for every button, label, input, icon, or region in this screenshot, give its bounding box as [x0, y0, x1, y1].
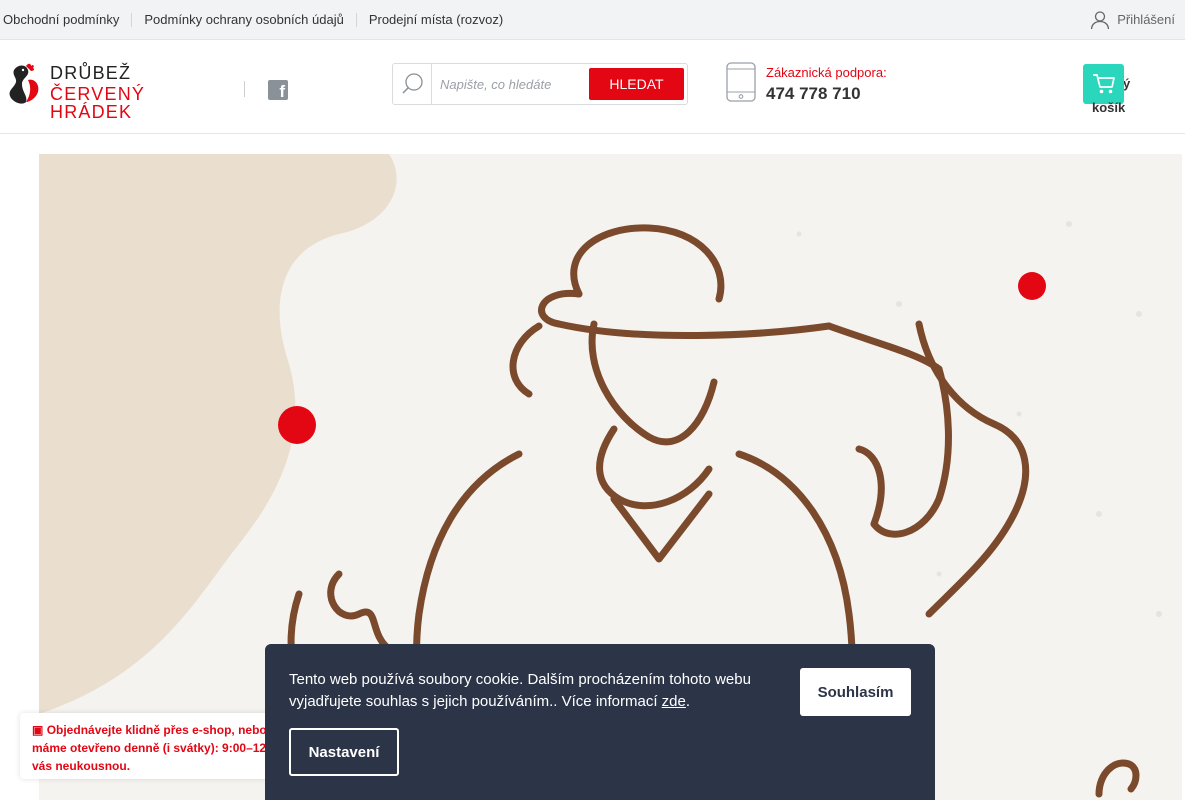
cart[interactable]: ný košík	[1083, 64, 1153, 119]
search-icon	[402, 73, 423, 94]
support-phone[interactable]: 474 778 710	[766, 84, 861, 104]
header-divider	[244, 81, 245, 97]
notice-line2: máme otevřeno denně (i svátky): 9:00–12	[32, 741, 267, 755]
login-label: Přihlášení	[1117, 12, 1175, 27]
cookie-settings-button[interactable]: Nastavení	[289, 728, 399, 776]
shop-notice: ▣ Objednávejte klidně přes e-shop, nebo …	[20, 713, 280, 779]
rooster-logo-icon	[9, 63, 39, 104]
cookie-suffix: .	[685, 693, 691, 710]
top-links: Obchodní podmínky Podmínky ochrany osobn…	[0, 0, 515, 39]
logo-text-bottom: ČERVENÝ HRÁDEK	[50, 84, 146, 122]
customer-support: Zákaznická podpora: 474 778 710	[726, 62, 926, 104]
cookie-banner: Tento web používá soubory cookie. Dalším…	[265, 644, 935, 800]
logo-text-top: DRŮBEŽ	[50, 63, 132, 83]
login-link[interactable]: Přihlášení	[1090, 0, 1175, 39]
search-input[interactable]	[433, 65, 583, 103]
notice-text: ▣ Objednávejte klidně přes e-shop, nebo …	[32, 721, 280, 775]
facebook-icon[interactable]: f	[268, 80, 288, 101]
cart-icon	[1093, 74, 1115, 94]
cookie-text: Tento web používá soubory cookie. Dalším…	[289, 669, 789, 713]
notice-line1: Objednávejte klidně přes e-shop, nebo z	[46, 723, 277, 737]
link-terms[interactable]: Obchodní podmínky	[0, 12, 131, 27]
support-label: Zákaznická podpora:	[766, 65, 887, 80]
search-button[interactable]: HLEDAT	[589, 68, 684, 100]
cart-button[interactable]	[1083, 64, 1124, 104]
cookie-agree-button[interactable]: Souhlasím	[800, 668, 911, 716]
header: DRŮBEŽ ČERVENÝ HRÁDEK f HLEDAT Zákaznick…	[0, 40, 1185, 134]
notice-line3: vás neukousnou.	[32, 759, 131, 773]
search-icon-box	[393, 64, 432, 104]
phone-icon	[726, 62, 756, 102]
link-stores[interactable]: Prodejní místa (rozvoz)	[355, 12, 515, 27]
cookie-more-link[interactable]: zde	[662, 693, 686, 710]
logo[interactable]: DRŮBEŽ ČERVENÝ HRÁDEK	[4, 62, 229, 121]
top-bar: Obchodní podmínky Podmínky ochrany osobn…	[0, 0, 1185, 40]
search-box: HLEDAT	[392, 63, 688, 105]
link-privacy[interactable]: Podmínky ochrany osobních údajů	[131, 12, 355, 27]
user-icon	[1091, 10, 1110, 29]
cart-label-line2: košík	[1092, 100, 1126, 115]
info-icon: ▣	[32, 723, 44, 737]
